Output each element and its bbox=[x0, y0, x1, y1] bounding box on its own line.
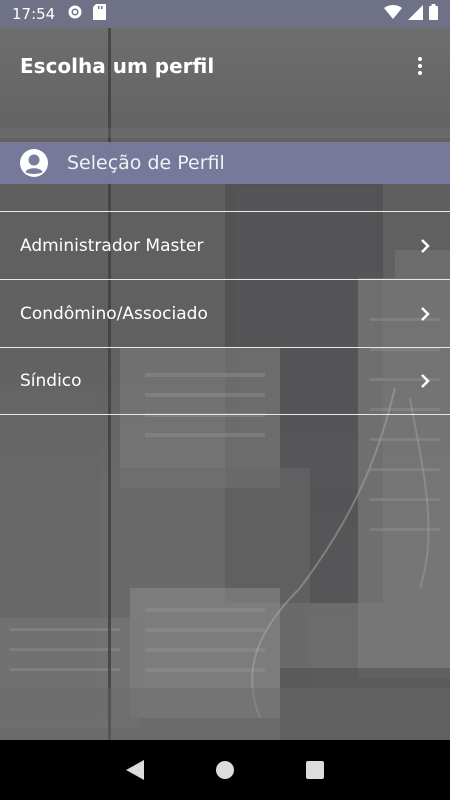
profile-label: Síndico bbox=[20, 371, 82, 391]
battery-icon bbox=[429, 4, 438, 24]
menu-dot bbox=[418, 64, 422, 68]
system-nav-bar bbox=[0, 740, 450, 800]
home-icon[interactable] bbox=[213, 758, 237, 782]
section-title: Seleção de Perfil bbox=[67, 152, 225, 174]
back-icon[interactable] bbox=[123, 758, 147, 782]
chevron-right-icon bbox=[421, 374, 430, 388]
more-vertical-icon[interactable] bbox=[410, 51, 430, 81]
menu-dot bbox=[418, 57, 422, 61]
chevron-right-icon bbox=[421, 306, 430, 321]
profile-label: Administrador Master bbox=[20, 235, 204, 256]
status-time: 17:54 bbox=[12, 5, 56, 23]
app-bar: Escolha um perfil bbox=[0, 28, 450, 104]
menu-dot bbox=[418, 71, 422, 75]
status-left-icons bbox=[67, 4, 107, 24]
profile-label: Condômino/Associado bbox=[20, 303, 208, 324]
profile-item-administrador-master[interactable]: Administrador Master bbox=[0, 211, 450, 279]
status-bar: 17:54 bbox=[0, 0, 450, 28]
screen: 17:54 Escolha um perfil Seleção de Perfi… bbox=[0, 0, 450, 800]
user-avatar-icon bbox=[20, 149, 48, 177]
wifi-icon bbox=[384, 5, 402, 23]
chevron-right-icon bbox=[421, 238, 430, 253]
sd-card-icon bbox=[93, 4, 107, 24]
section-header: Seleção de Perfil bbox=[0, 142, 450, 184]
gear-icon bbox=[67, 4, 83, 24]
recents-icon[interactable] bbox=[303, 758, 327, 782]
status-right-icons bbox=[384, 4, 438, 24]
profile-item-condomino-associado[interactable]: Condômino/Associado bbox=[0, 279, 450, 347]
profile-list: Administrador Master Condômino/Associado… bbox=[0, 211, 450, 415]
app-title: Escolha um perfil bbox=[20, 54, 215, 78]
profile-item-sindico[interactable]: Síndico bbox=[0, 347, 450, 415]
signal-icon bbox=[408, 4, 423, 24]
